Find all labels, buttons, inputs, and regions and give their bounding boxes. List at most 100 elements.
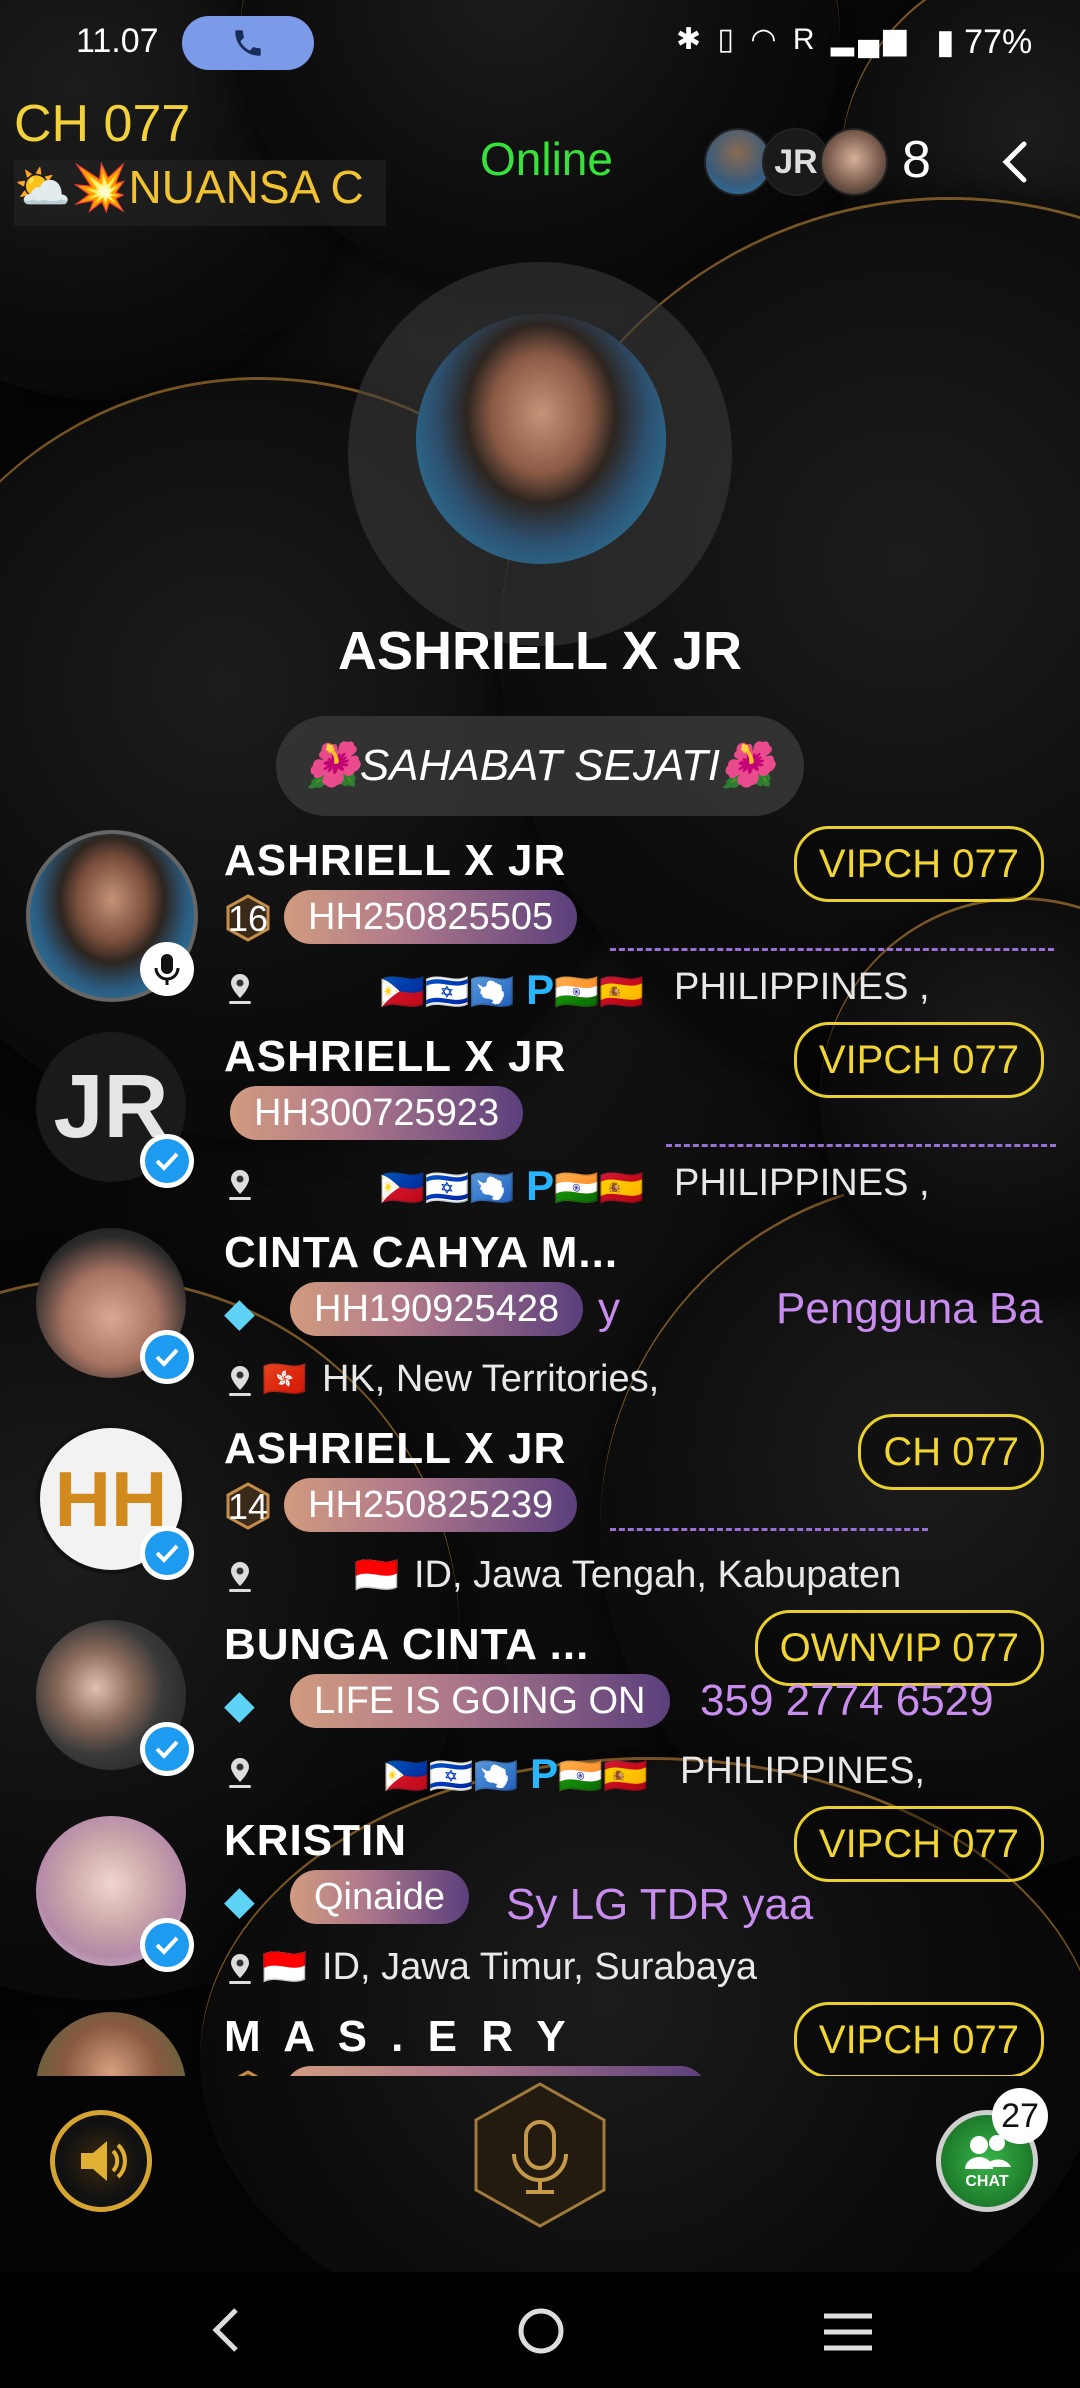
flag-badges: 🇵🇭🇮🇱🇦🇶 bbox=[384, 1755, 519, 1796]
role-tag: CH 077 bbox=[858, 1414, 1044, 1490]
wifi-icon: ◠ bbox=[750, 23, 781, 56]
nav-recents-icon[interactable] bbox=[822, 2310, 874, 2354]
check-icon bbox=[155, 1544, 179, 1563]
host-avatar[interactable] bbox=[416, 314, 666, 564]
user-bio: Sy LG TDR yaa bbox=[506, 1880, 814, 1929]
user-location: ID, Jawa Tengah, Kabupaten bbox=[414, 1554, 902, 1596]
verified-badge bbox=[140, 1526, 194, 1580]
role-tag: VIPCH 077 bbox=[793, 2002, 1044, 2076]
user-name: M A S . E R Y bbox=[224, 2012, 572, 2061]
p-badge-icon: P bbox=[514, 966, 555, 1013]
list-item[interactable]: HH ASHRIELL X JR 14 HH250825239 CH 077 🇮… bbox=[0, 1414, 1080, 1609]
user-id-pill: HH250825239 bbox=[284, 1478, 578, 1532]
take-mic-button[interactable] bbox=[468, 2080, 612, 2230]
room-title[interactable]: CH 077 bbox=[14, 94, 190, 154]
chevron-left-icon bbox=[1002, 141, 1027, 183]
level-badge: 27 bbox=[226, 2070, 270, 2076]
role-tag: VIPCH 077 bbox=[793, 826, 1044, 902]
p-badge-icon: P bbox=[518, 1750, 559, 1797]
nav-back-icon[interactable] bbox=[206, 2304, 246, 2356]
room-controls: CHAT 27 bbox=[0, 2080, 1080, 2270]
back-button[interactable] bbox=[980, 126, 1052, 198]
p-badge-icon: P bbox=[514, 1162, 555, 1209]
roaming-label: R bbox=[792, 23, 819, 56]
role-tag: VIPCH 077 bbox=[793, 1806, 1044, 1882]
host-motto: 🌺SAHABAT SEJATI🌺 bbox=[276, 716, 804, 816]
chat-label: CHAT bbox=[965, 2173, 1009, 2190]
list-item[interactable]: KRISTIN ◆ Qinaide VIPCH 077 Sy LG TDR ya… bbox=[0, 1806, 1080, 2001]
online-status: Online bbox=[480, 133, 613, 185]
volume-icon bbox=[81, 2141, 127, 2181]
avatar-logo: HH bbox=[54, 1455, 168, 1543]
unread-badge: 27 bbox=[992, 2088, 1048, 2144]
check-icon bbox=[155, 1936, 179, 1955]
flag-badges: 🇮🇩 bbox=[262, 1946, 307, 1987]
level-badge: 14 bbox=[226, 1482, 270, 1530]
flag-badges: 🇵🇭🇮🇱🇦🇶 bbox=[380, 1167, 515, 1208]
level-badge: 16 bbox=[226, 894, 270, 942]
user-id-pill: M A S . E R Y medium bbox=[284, 2066, 707, 2076]
nav-home-icon[interactable] bbox=[516, 2306, 566, 2356]
user-location: PHILIPPINES, bbox=[680, 1750, 925, 1792]
bio-dashes bbox=[610, 948, 1054, 951]
audience-avatar[interactable] bbox=[820, 128, 888, 196]
badge-flags: 🇵🇭🇮🇱🇦🇶 P🇮🇳🇪🇸 bbox=[384, 1750, 648, 1798]
level-number: 27 bbox=[226, 2074, 270, 2076]
ongoing-call-pill[interactable] bbox=[182, 16, 314, 70]
user-id-pill: LIFE IS GOING ON bbox=[290, 1674, 670, 1728]
battery-percent: 77% bbox=[964, 23, 1033, 61]
check-icon bbox=[155, 1348, 179, 1367]
user-name: ASHRIELL X JR bbox=[224, 1424, 567, 1473]
signal-icon: ▂▄▆ bbox=[830, 23, 911, 56]
list-item[interactable]: M A S . E R Y 27 M A S . E R Y medium VI… bbox=[0, 2002, 1080, 2076]
user-bio: y bbox=[598, 1284, 620, 1333]
location-pin-icon bbox=[229, 1954, 251, 1984]
status-icons: ✱ ▯ ◠ R ▂▄▆ bbox=[676, 22, 910, 57]
speaker-toggle-button[interactable] bbox=[50, 2110, 152, 2212]
user-location: PHILIPPINES , bbox=[674, 966, 930, 1008]
flag-badges: 🇵🇭🇮🇱🇦🇶 bbox=[380, 971, 515, 1012]
location-pin-icon bbox=[229, 1366, 251, 1396]
user-id-pill: Qinaide bbox=[290, 1870, 469, 1924]
microphone-icon bbox=[474, 2082, 606, 2228]
list-item[interactable]: CINTA CAHYA M... ◆ HH190925428 y Penggun… bbox=[0, 1218, 1080, 1413]
role-tag: OWNVIP 077 bbox=[754, 1610, 1044, 1686]
flag-badges: 🇮🇳🇪🇸 bbox=[558, 1755, 648, 1796]
bio-dashes bbox=[666, 1144, 1056, 1147]
user-name: KRISTIN bbox=[224, 1816, 407, 1865]
list-item[interactable]: JR ASHRIELL X JR HH300725923 VIPCH 077 🇵… bbox=[0, 1022, 1080, 1217]
user-name: ASHRIELL X JR bbox=[224, 836, 567, 885]
badge-flags: 🇵🇭🇮🇱🇦🇶 P🇮🇳🇪🇸 bbox=[380, 966, 644, 1014]
diamond-icon: ◆ bbox=[224, 1879, 255, 1923]
user-name: ASHRIELL X JR bbox=[224, 1032, 567, 1081]
user-bio: Pengguna Ba bbox=[776, 1284, 1043, 1333]
avatar[interactable] bbox=[36, 2012, 186, 2076]
user-id-pill: HH300725923 bbox=[230, 1086, 524, 1140]
location-pin-icon bbox=[229, 1562, 251, 1592]
host-name: ASHRIELL X JR bbox=[337, 621, 743, 681]
room-announcement[interactable]: ⛅💥NUANSA C bbox=[14, 160, 386, 226]
verified-badge bbox=[140, 1134, 194, 1188]
audience-list[interactable]: ASHRIELL X JR 16 HH250825505 VIPCH 077 🇵… bbox=[0, 826, 1080, 2076]
list-item[interactable]: BUNGA CINTA ... ◆ LIFE IS GOING ON OWNVI… bbox=[0, 1610, 1080, 1805]
flag-badges: 🇮🇩 bbox=[354, 1554, 399, 1595]
user-name: CINTA CAHYA M... bbox=[224, 1228, 619, 1277]
status-bar: 11.07 ✱ ▯ ◠ R ▂▄▆ ▮ 77% bbox=[0, 0, 1080, 86]
list-item[interactable]: ASHRIELL X JR 16 HH250825505 VIPCH 077 🇵… bbox=[0, 826, 1080, 1021]
vibrate-icon: ▯ bbox=[717, 23, 738, 56]
user-id-pill: HH250825505 bbox=[284, 890, 578, 944]
location-pin-icon bbox=[229, 1170, 251, 1200]
bluetooth-icon: ✱ bbox=[676, 23, 706, 56]
status-time: 11.07 bbox=[76, 22, 159, 60]
bio-dashes bbox=[610, 1528, 928, 1531]
user-name: BUNGA CINTA ... bbox=[224, 1620, 590, 1669]
check-icon bbox=[155, 1740, 179, 1759]
level-number: 16 bbox=[227, 898, 269, 939]
flag-badges: 🇮🇳🇪🇸 bbox=[554, 1167, 644, 1208]
level-number: 14 bbox=[227, 1486, 269, 1527]
verified-badge bbox=[140, 1722, 194, 1776]
flag-badges: 🇮🇳🇪🇸 bbox=[554, 971, 644, 1012]
audience-count[interactable]: 8 bbox=[902, 130, 931, 190]
mic-badge bbox=[140, 942, 194, 996]
location-pin-icon bbox=[229, 974, 251, 1004]
